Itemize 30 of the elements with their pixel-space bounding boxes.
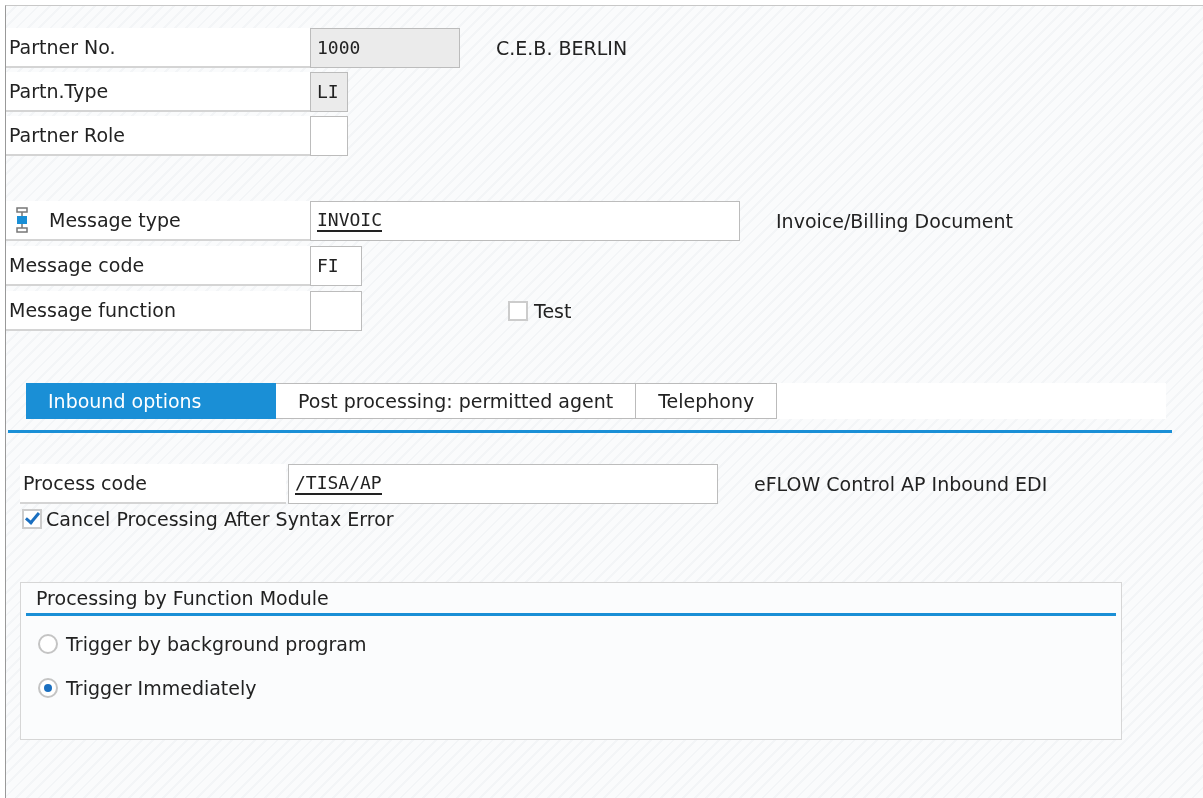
input-field[interactable] [310, 115, 348, 156]
radio-label: Trigger Immediately [66, 677, 257, 699]
field-label: Message code [9, 253, 145, 276]
input-field[interactable]: 1000 [310, 27, 460, 68]
field-label: Partner No. [9, 35, 116, 58]
radio-button[interactable] [38, 678, 58, 698]
checkbox-label: Cancel Processing After Syntax Error [46, 508, 394, 530]
tab[interactable]: Post processing: permitted agent [276, 383, 637, 419]
field-label: Partn.Type [9, 79, 109, 102]
input-field[interactable]: /TISA/AP [288, 463, 718, 504]
checkbox[interactable] [508, 300, 528, 321]
input-field[interactable]: INVOIC [310, 200, 740, 241]
radio-label: Trigger by background program [66, 633, 367, 655]
document-type-icon [15, 206, 29, 233]
radio-button[interactable] [38, 634, 58, 654]
field-label: Process code [23, 471, 147, 494]
field-label: Message function [9, 298, 176, 321]
field-description: C.E.B. BERLIN [496, 36, 628, 59]
input-field[interactable] [310, 290, 362, 331]
field-description: eFLOW Control AP Inbound EDI [754, 472, 1048, 495]
field-label: Partner Role [9, 123, 126, 146]
input-field[interactable]: FI [310, 245, 362, 286]
checkbox[interactable] [22, 509, 42, 529]
tab[interactable]: Inbound options [26, 383, 276, 419]
group-title: Processing by Function Module [36, 587, 329, 609]
checkbox-label: Test [534, 299, 572, 322]
field-label: Message type [49, 208, 181, 231]
input-field[interactable]: LI [310, 71, 348, 112]
tab[interactable]: Telephony [636, 383, 778, 419]
field-description: Invoice/Billing Document [776, 209, 1014, 232]
